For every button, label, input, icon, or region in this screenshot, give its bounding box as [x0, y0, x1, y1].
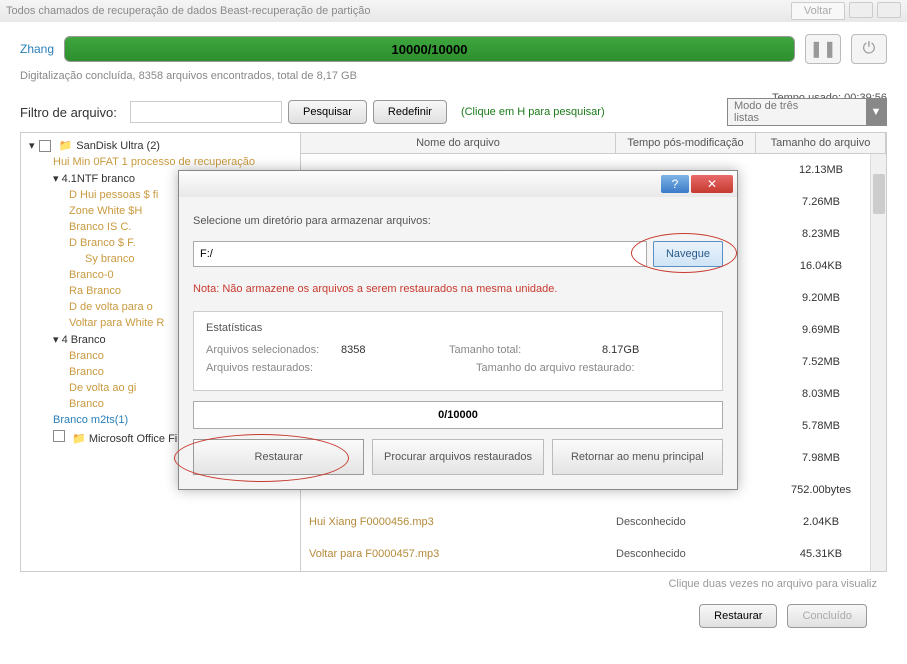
file-size: 7.98MB: [756, 452, 886, 464]
view-mode-select[interactable]: Modo de três listas ▼: [727, 98, 887, 126]
restore-button[interactable]: Restaurar: [699, 604, 777, 628]
restored-size-label: Tamanho do arquivo restaurado:: [476, 362, 646, 374]
pause-button[interactable]: ❚❚: [805, 34, 841, 64]
filter-input[interactable]: [130, 101, 282, 123]
filter-label: Filtro de arquivo:: [20, 105, 120, 120]
selected-files-label: Arquivos selecionados:: [206, 344, 341, 356]
folder-icon: 📁: [59, 139, 73, 152]
column-headers: Nome do arquivo Tempo pós-modificação Ta…: [301, 133, 886, 154]
tree-root[interactable]: ▾ 📁 SanDisk Ultra (2): [25, 137, 296, 154]
folder-icon: 📁: [72, 433, 86, 445]
chevron-down-icon: ▼: [866, 99, 886, 125]
file-size: 9.20MB: [756, 292, 886, 304]
col-name-header[interactable]: Nome do arquivo: [301, 133, 616, 153]
file-size: 752.00bytes: [756, 484, 886, 496]
file-modified: Desconhecido: [616, 548, 756, 560]
scan-summary: Digitalização concluída, 8358 arquivos e…: [20, 70, 887, 82]
window-title: Todos chamados de recuperação de dados B…: [6, 5, 370, 17]
reset-button[interactable]: Redefinir: [373, 100, 447, 124]
file-name: Voltar para F0000457.mp3: [301, 548, 616, 560]
file-size: 45.31KB: [756, 548, 886, 560]
dialog-prompt: Selecione um diretório para armazenar ar…: [193, 215, 723, 227]
search-button[interactable]: Pesquisar: [288, 100, 367, 124]
col-size-header[interactable]: Tamanho do arquivo: [756, 133, 886, 153]
file-name: Hui Xiang F0000456.mp3: [301, 516, 616, 528]
titlebar: Todos chamados de recuperação de dados B…: [0, 0, 907, 22]
scan-progress-bar: 10000/10000: [64, 36, 795, 62]
file-size: 12.13MB: [756, 164, 886, 176]
save-dialog: ? ✕ Selecione um diretório para armazena…: [178, 170, 738, 490]
file-size: 9.69MB: [756, 324, 886, 336]
done-button[interactable]: Concluído: [787, 604, 867, 628]
file-row[interactable]: Hui Xiang F0000456.mp3Desconhecido2.04KB: [301, 506, 886, 538]
restored-files-label: Arquivos restaurados:: [206, 362, 356, 374]
total-size-value: 8.17GB: [602, 344, 710, 356]
vertical-scrollbar[interactable]: [870, 154, 886, 571]
filter-hint: (Clique em H para pesquisar): [461, 106, 605, 118]
dialog-titlebar: ? ✕: [179, 171, 737, 197]
minimize-icon[interactable]: [849, 2, 873, 18]
file-modified: Desconhecido: [616, 516, 756, 528]
help-button[interactable]: ?: [661, 175, 689, 193]
checkbox[interactable]: [53, 430, 65, 442]
file-size: 8.23MB: [756, 228, 886, 240]
dialog-restore-button[interactable]: Restaurar: [193, 439, 364, 475]
close-icon[interactable]: [877, 2, 901, 18]
col-mod-header[interactable]: Tempo pós-modificação: [616, 133, 756, 153]
restore-progress: 0/10000: [193, 401, 723, 429]
file-size: 7.52MB: [756, 356, 886, 368]
stop-button[interactable]: ⏻: [851, 34, 887, 64]
selected-files-value: 8358: [341, 344, 449, 356]
back-button[interactable]: Voltar: [791, 2, 845, 20]
footer-hint: Clique duas vezes no arquivo para visual…: [20, 578, 887, 590]
scan-progress-text: 10000/10000: [392, 42, 468, 57]
path-input[interactable]: [193, 241, 647, 267]
file-size: 5.78MB: [756, 420, 886, 432]
browse-button[interactable]: Navegue: [653, 241, 723, 267]
file-size: 2.04KB: [756, 516, 886, 528]
dialog-back-button[interactable]: Retornar ao menu principal: [552, 439, 723, 475]
file-row[interactable]: Voltar para F0000457.mp3Desconhecido45.3…: [301, 538, 886, 570]
warning-note: Nota: Não armazene os arquivos a serem r…: [193, 283, 723, 295]
dialog-close-button[interactable]: ✕: [691, 175, 733, 193]
tree-item[interactable]: Hui Min 0FAT 1 processo de recuperação: [25, 154, 296, 170]
file-size: 7.26MB: [756, 196, 886, 208]
user-label: Zhang: [20, 42, 54, 56]
total-size-label: Tamanho total:: [449, 344, 602, 356]
scrollbar-thumb[interactable]: [873, 174, 885, 214]
file-size: 8.03MB: [756, 388, 886, 400]
dialog-search-restored-button[interactable]: Procurar arquivos restaurados: [372, 439, 543, 475]
stats-title: Estatísticas: [206, 322, 710, 334]
stats-panel: Estatísticas Arquivos selecionados: 8358…: [193, 311, 723, 391]
file-size: 16.04KB: [756, 260, 886, 272]
checkbox[interactable]: [39, 140, 51, 152]
